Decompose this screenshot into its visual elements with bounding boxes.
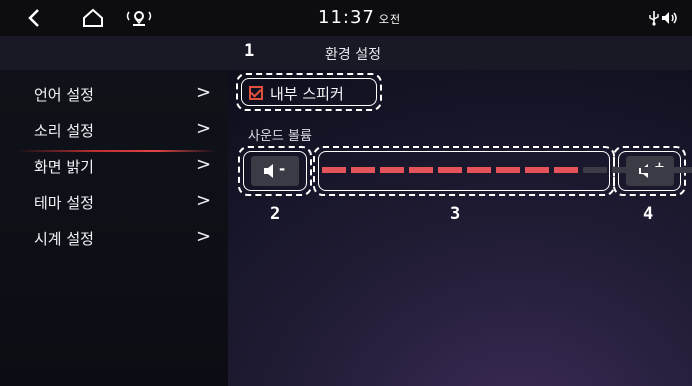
volume-label: 사운드 볼륨 [248, 129, 312, 144]
annotation-3: 3 [450, 204, 461, 224]
clock-time: 11:37 [318, 7, 375, 28]
clock: 11:37 오전 [318, 7, 401, 28]
internal-speaker-label: 내부 스피커 [270, 85, 344, 103]
home-icon[interactable] [80, 6, 106, 30]
volume-icon [660, 6, 680, 30]
volume-segment[interactable] [670, 167, 692, 173]
clock-ampm: 오전 [378, 13, 402, 26]
sidebar-item-label: 언어 설정 [34, 86, 94, 104]
minus-sign: - [279, 160, 286, 178]
annotation-2: 2 [270, 204, 281, 224]
settings-screen: 11:37 오전 환경 설정 언어 설정 > 소리 설정 > 화면 밝기 > 테… [0, 0, 692, 386]
page-title: 환경 설정 [325, 47, 381, 63]
sidebar-item-label: 테마 설정 [34, 194, 94, 212]
volume-segment[interactable] [467, 167, 491, 173]
sidebar-item-brightness[interactable]: 화면 밝기 > [0, 148, 228, 184]
volume-segment[interactable] [641, 167, 665, 173]
sidebar-item-clock[interactable]: 시계 설정 > [0, 220, 228, 256]
chevron-right-icon: > [196, 154, 212, 175]
volume-segment[interactable] [409, 167, 433, 173]
chevron-right-icon: > [196, 226, 212, 247]
internal-speaker-checkbox[interactable] [249, 86, 263, 100]
volume-segment[interactable] [438, 167, 462, 173]
location-signal-icon [122, 6, 156, 30]
status-bar: 11:37 오전 [0, 0, 692, 36]
volume-segment[interactable] [525, 167, 549, 173]
speaker-icon [264, 164, 273, 178]
chevron-left-icon[interactable] [22, 6, 46, 30]
annotation-4: 4 [643, 204, 654, 224]
volume-segment[interactable] [496, 167, 520, 173]
volume-segment[interactable] [380, 167, 404, 173]
sidebar-item-theme[interactable]: 테마 설정 > [0, 184, 228, 220]
sidebar-item-label: 소리 설정 [34, 122, 94, 140]
sidebar-item-label: 화면 밝기 [34, 158, 94, 176]
volume-segment[interactable] [612, 167, 636, 173]
sidebar-item-sound[interactable]: 소리 설정 > [0, 112, 228, 148]
annotation-1: 1 [244, 41, 255, 61]
chevron-right-icon: > [196, 82, 212, 103]
volume-segment[interactable] [322, 167, 346, 173]
volume-segment[interactable] [554, 167, 578, 173]
volume-segment[interactable] [583, 167, 607, 173]
volume-down-button[interactable]: - [251, 156, 299, 186]
sidebar-item-label: 시계 설정 [34, 230, 94, 248]
chevron-right-icon: > [196, 118, 212, 139]
sidebar-item-language[interactable]: 언어 설정 > [0, 76, 228, 112]
sidebar: 언어 설정 > 소리 설정 > 화면 밝기 > 테마 설정 > 시계 설정 > [0, 70, 228, 386]
chevron-right-icon: > [196, 190, 212, 211]
volume-segment[interactable] [351, 167, 375, 173]
